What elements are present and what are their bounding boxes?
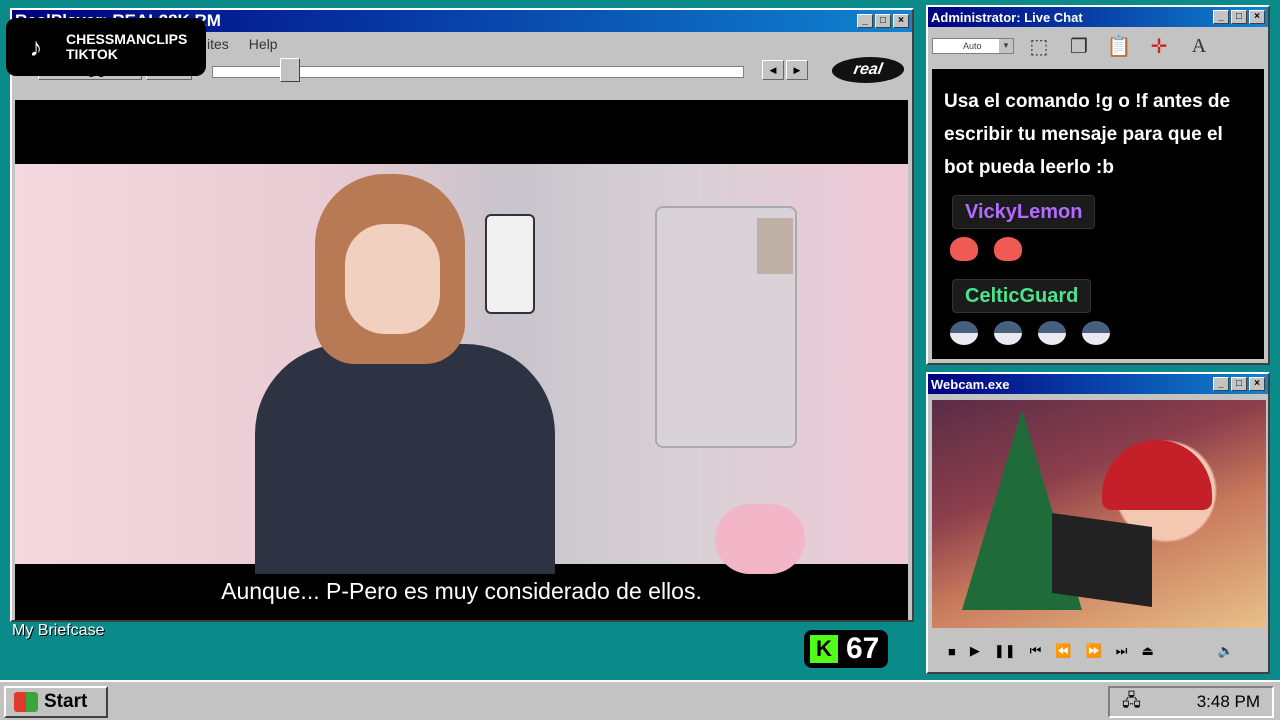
- tiktok-handle: CHESSMANCLIPS: [66, 31, 188, 47]
- hat-emote-icon: [1038, 321, 1066, 345]
- video-person-face: [345, 224, 440, 334]
- realplayer-window: RealPlayer: REAL28K.RM _ □ × ites Help ▶…: [10, 8, 914, 622]
- start-button[interactable]: Start: [4, 686, 108, 718]
- select-icon[interactable]: ⬚: [1024, 31, 1054, 61]
- video-subtitle: Aunque... P-Pero es muy considerado de e…: [221, 578, 702, 604]
- windows-logo-icon: [14, 692, 38, 712]
- minimize-button[interactable]: _: [857, 14, 873, 28]
- minimize-button[interactable]: _: [1213, 10, 1229, 24]
- chat-toolbar: Auto ▼ ⬚ ❐ 📋 ✛ A: [928, 27, 1268, 65]
- seek-thumb[interactable]: [280, 58, 300, 82]
- close-button[interactable]: ×: [1249, 377, 1265, 391]
- monitor-graphic: [1052, 512, 1152, 608]
- chat-title: Administrator: Live Chat: [931, 9, 1083, 25]
- webcam-title: Webcam.exe: [931, 376, 1010, 392]
- tiktok-label: TIKTOK: [66, 46, 118, 62]
- close-button[interactable]: ×: [893, 14, 909, 28]
- hat-emote-icon: [1082, 321, 1110, 345]
- webcam-view: [932, 400, 1266, 628]
- video-call-inset: [757, 218, 793, 274]
- close-button[interactable]: ×: [1249, 10, 1265, 24]
- chat-emotes: [950, 321, 1110, 345]
- video-phone: [485, 214, 535, 314]
- tiktok-icon: ♪: [29, 31, 43, 62]
- chat-emotes: [950, 237, 1022, 261]
- blob-emote-icon: [994, 237, 1022, 261]
- tiktok-watermark: ♪ CHESSMANCLIPS TIKTOK: [6, 18, 206, 76]
- settings-icon[interactable]: ✛: [1144, 31, 1174, 61]
- font-icon[interactable]: A: [1184, 31, 1214, 61]
- video-clock-toy: [715, 504, 805, 574]
- volume-icon[interactable]: 🔈: [1218, 643, 1234, 659]
- live-chat-window: Administrator: Live Chat _ □ × Auto ▼ ⬚ ❐…: [926, 5, 1270, 365]
- next-icon[interactable]: ⏭: [1116, 643, 1128, 659]
- chat-bot-message: Usa el comando !g o !f antes de escribir…: [944, 91, 1231, 178]
- hat-emote-icon: [950, 321, 978, 345]
- fast-forward-icon[interactable]: ⏩: [1086, 643, 1102, 659]
- menu-help[interactable]: Help: [249, 36, 278, 52]
- chat-username[interactable]: CelticGuard: [952, 279, 1092, 313]
- copy-icon[interactable]: ❐: [1064, 31, 1094, 61]
- video-area[interactable]: Aunque... P-Pero es muy considerado de e…: [15, 100, 908, 620]
- video-person-body: [255, 344, 555, 574]
- kick-follower-counter: K 67: [804, 630, 888, 668]
- maximize-button[interactable]: □: [875, 14, 891, 28]
- chat-messages[interactable]: Usa el comando !g o !f antes de escribir…: [932, 69, 1264, 359]
- blob-emote-icon: [950, 237, 978, 261]
- menu-favorites[interactable]: ites: [207, 36, 229, 52]
- font-size-select[interactable]: Auto ▼: [932, 38, 1014, 54]
- real-logo: real: [829, 57, 907, 83]
- chat-username[interactable]: VickyLemon: [952, 195, 1096, 229]
- webcam-window: Webcam.exe _ □ × ■ ▶ ❚❚ ⏮ ⏪ ⏩ ⏭ ⏏ 🔈: [926, 372, 1270, 674]
- minimize-button[interactable]: _: [1213, 377, 1229, 391]
- webcam-controls: ■ ▶ ❚❚ ⏮ ⏪ ⏩ ⏭ ⏏ 🔈: [932, 636, 1266, 666]
- hat-emote-icon: [994, 321, 1022, 345]
- stop-icon[interactable]: ■: [948, 644, 956, 659]
- system-tray: 🖧 3:48 PM: [1108, 686, 1274, 718]
- maximize-button[interactable]: □: [1231, 10, 1247, 24]
- forward-button[interactable]: ▶: [786, 60, 808, 80]
- chat-titlebar[interactable]: Administrator: Live Chat _ □ ×: [928, 7, 1268, 27]
- my-briefcase-icon-label[interactable]: My Briefcase: [12, 622, 104, 640]
- clock: 3:48 PM: [1196, 692, 1260, 711]
- network-icon[interactable]: 🖧: [1122, 688, 1141, 717]
- webcam-titlebar[interactable]: Webcam.exe _ □ ×: [928, 374, 1268, 394]
- kick-logo-icon: K: [810, 635, 838, 663]
- play-icon[interactable]: ▶: [970, 643, 980, 659]
- video-frame: [15, 164, 908, 574]
- eject-icon[interactable]: ⏏: [1141, 643, 1153, 659]
- rewind-icon[interactable]: ⏪: [1055, 643, 1071, 659]
- video-call-overlay: [655, 206, 797, 448]
- paste-icon[interactable]: 📋: [1104, 31, 1134, 61]
- maximize-button[interactable]: □: [1231, 377, 1247, 391]
- santa-hat-graphic: [1102, 440, 1212, 510]
- previous-icon[interactable]: ⏮: [1030, 643, 1042, 659]
- pause-icon[interactable]: ❚❚: [994, 643, 1016, 659]
- rewind-button[interactable]: ◀: [762, 60, 784, 80]
- taskbar: Start 🖧 3:48 PM: [0, 680, 1280, 720]
- start-label: Start: [44, 691, 88, 712]
- kick-count: 67: [846, 632, 880, 665]
